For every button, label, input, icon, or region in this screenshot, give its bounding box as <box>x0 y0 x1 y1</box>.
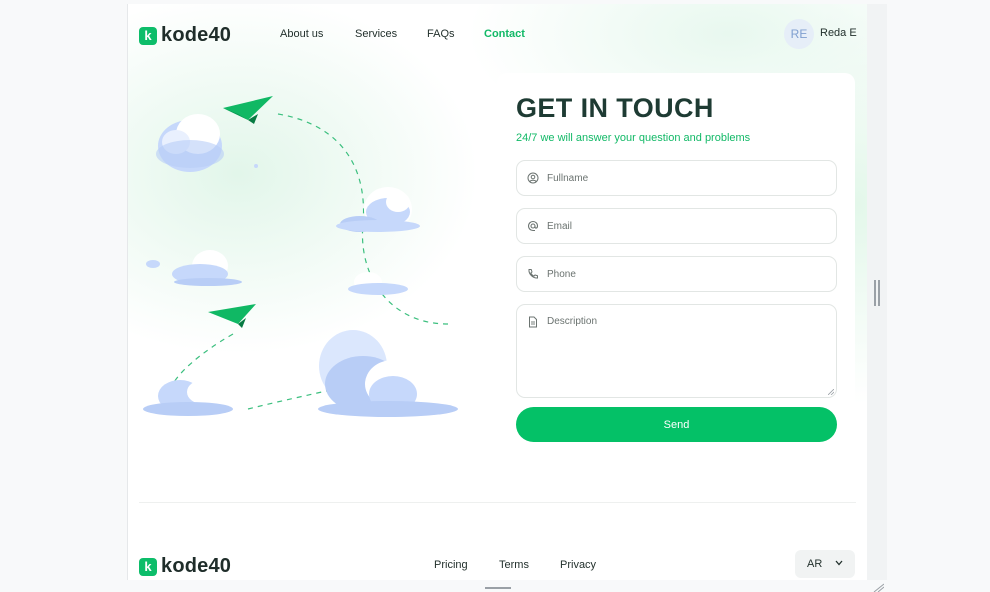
footer-logo[interactable]: k kode40 <box>139 555 231 578</box>
footer-link-privacy[interactable]: Privacy <box>560 559 596 571</box>
paper-plane-icon <box>223 96 273 124</box>
send-button[interactable]: Send <box>516 407 837 442</box>
phone-placeholder: Phone <box>547 269 576 280</box>
page-title: GET IN TOUCH <box>516 93 714 123</box>
footer-divider <box>139 502 856 503</box>
nav-services[interactable]: Services <box>355 28 397 40</box>
language-select[interactable]: AR <box>795 550 855 578</box>
nav-contact[interactable]: Contact <box>484 28 525 40</box>
cloud-icon <box>156 114 224 172</box>
fullname-placeholder: Fullname <box>547 173 589 184</box>
paper-planes-illustration <box>143 96 458 417</box>
document-icon <box>529 316 537 328</box>
footer-link-pricing[interactable]: Pricing <box>434 559 468 571</box>
user-circle-icon <box>527 172 539 184</box>
avatar[interactable]: RE <box>784 19 814 49</box>
nav-about-us[interactable]: About us <box>280 28 323 40</box>
logo-text: kode40 <box>161 24 232 46</box>
fullname-field[interactable]: Fullname <box>516 160 837 196</box>
phone-icon <box>528 269 538 279</box>
user-name[interactable]: Reda E <box>820 27 857 39</box>
horizontal-resize-handle[interactable] <box>485 587 511 589</box>
contact-form-card: GET IN TOUCH 24/7 we will answer your qu… <box>497 73 855 465</box>
footer-link-terms[interactable]: Terms <box>499 559 529 571</box>
nav-faqs[interactable]: FAQs <box>427 28 455 40</box>
logo-mark-icon: k <box>139 557 157 576</box>
resize-grip-icon[interactable] <box>828 389 834 395</box>
chevron-down-icon <box>835 560 843 566</box>
brand-logo[interactable]: k kode40 <box>139 24 231 47</box>
corner-resize-icon[interactable] <box>872 582 884 592</box>
email-placeholder: Email <box>547 221 573 232</box>
page-subtitle: 24/7 we will answer your question and pr… <box>516 132 751 144</box>
phone-field[interactable]: Phone <box>516 256 837 292</box>
browser-viewport: k kode40 About us Services FAQs Contact … <box>127 4 867 580</box>
description-placeholder: Description <box>547 316 598 327</box>
email-field[interactable]: Email <box>516 208 837 244</box>
site-header: k kode40 About us Services FAQs Contact … <box>128 4 867 64</box>
description-field[interactable]: Description <box>516 304 837 398</box>
logo-mark-icon: k <box>139 26 157 45</box>
at-icon <box>527 220 539 232</box>
language-value: AR <box>807 558 823 570</box>
logo-text: kode40 <box>161 555 232 577</box>
vertical-resize-handle[interactable] <box>874 280 880 306</box>
